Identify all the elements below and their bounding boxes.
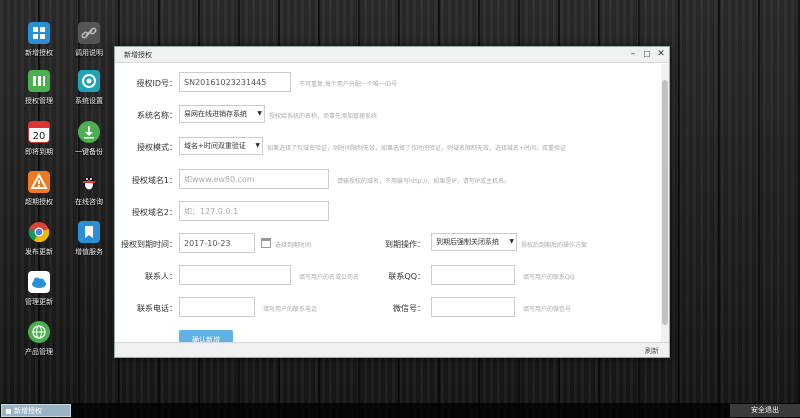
contact-input[interactable]: [179, 265, 291, 285]
taskbar-item-label: 新增授权: [14, 407, 42, 415]
desktop-icon-value-added[interactable]: 增值服务: [64, 221, 114, 269]
domain2-label: 授权域名2：: [131, 208, 177, 217]
desktop-icon-api-docs[interactable]: 调用说明: [64, 22, 114, 70]
expire-time-label: 授权到期时间：: [121, 240, 177, 249]
desktop-icon-label: 发布更新: [25, 248, 53, 256]
desktop-icon-online-consult[interactable]: 在线咨询: [64, 171, 114, 219]
qq-hint: 填写用户的联系QQ: [523, 274, 575, 281]
link-icon: [78, 22, 100, 44]
download-icon: [78, 121, 100, 143]
add-auth-window: 新增授权 – ☐ ✕ 授权ID号： 不可重复,每个用户分配一个唯一ID号 系统名…: [114, 46, 670, 358]
desktop-icon-add-auth[interactable]: 新增授权: [14, 22, 64, 70]
desktop-icon-system-settings[interactable]: 系统设置: [64, 70, 114, 118]
caret-down-icon: ▼: [257, 110, 262, 117]
calendar-icon[interactable]: [261, 238, 271, 248]
confirm-add-button[interactable]: 确认新增: [179, 330, 233, 342]
expire-time-input[interactable]: [179, 233, 255, 253]
windows-icon: [28, 22, 50, 44]
mode-label: 授权模式：: [137, 143, 177, 152]
domain1-label: 授权域名1：: [131, 176, 177, 185]
domain1-input[interactable]: [179, 169, 329, 189]
taskbar: 新增授权 安全退出: [0, 403, 800, 418]
expire-action-select-value: 到期后强制关闭系统: [436, 238, 499, 246]
vertical-scrollbar[interactable]: [661, 64, 669, 342]
auth-id-label: 授权ID号：: [136, 79, 177, 88]
desktop-icon-label: 授权管理: [25, 97, 53, 105]
desktop-icon-label: 超期授权: [25, 198, 53, 206]
desktop-icon-publish-update[interactable]: 发布更新: [14, 221, 64, 269]
taskbar-item-add-auth[interactable]: 新增授权: [1, 404, 71, 417]
phone-hint: 填写用户的联系电话: [263, 306, 318, 313]
wechat-label: 微信号：: [393, 304, 425, 313]
mode-select-value: 域名+时间双重验证: [184, 142, 246, 150]
window-square-icon: [6, 408, 11, 414]
wechat-input[interactable]: [431, 297, 515, 317]
system-select-value: 易网在线进销存系统: [184, 110, 247, 118]
auth-id-hint: 不可重复,每个用户分配一个唯一ID号: [299, 81, 398, 88]
window-statusbar: 刷新: [115, 342, 669, 357]
close-icon[interactable]: ✕: [655, 48, 667, 61]
desktop-icon-overdue[interactable]: 超期授权: [14, 171, 64, 219]
desktop-icon-product-manage[interactable]: 产品管理: [14, 321, 64, 369]
mode-select[interactable]: 域名+时间双重验证 ▼: [179, 137, 263, 155]
qq-input[interactable]: [431, 265, 515, 285]
expire-action-select[interactable]: 到期后强制关闭系统 ▼: [431, 233, 517, 251]
grid-icon: [28, 70, 50, 92]
window-title: 新增授权: [124, 51, 152, 59]
domain1-hint: 请输授权的域名，不用输写http://，如果是IP，请写IP或主机名。: [337, 178, 511, 185]
desktop-icon-label: 增值服务: [75, 248, 103, 256]
desktop-icon-label: 新增授权: [25, 49, 53, 57]
desktop-icon-expiring[interactable]: 20 即将到期: [14, 121, 64, 169]
desktop-icon-label: 管理更新: [25, 298, 53, 306]
maximize-icon[interactable]: ☐: [641, 48, 653, 61]
system-select[interactable]: 易网在线进销存系统 ▼: [179, 105, 265, 123]
desktop-icon-manage-update[interactable]: 管理更新: [14, 271, 64, 319]
contact-hint: 填写用户的名或公司名: [299, 274, 360, 281]
mode-hint: 如果选择了仅域名验证，则时间限制无效，如果选择了仅时间验证，则域名限制无效，选择…: [267, 145, 567, 152]
expire-time-hint: 选择到期时间: [275, 242, 312, 249]
scrollbar-thumb[interactable]: [662, 80, 668, 325]
cloud-icon: [28, 271, 50, 293]
gear-icon: [78, 70, 100, 92]
globe-icon: [28, 321, 50, 343]
phone-input[interactable]: [179, 297, 255, 317]
caret-down-icon: ▼: [255, 142, 260, 149]
desktop-icon-label: 一键备份: [75, 148, 103, 156]
desktop-icon-label: 系统设置: [75, 97, 103, 105]
qq-penguin-icon: [78, 171, 100, 193]
chrome-icon: [28, 221, 50, 243]
window-titlebar[interactable]: 新增授权 – ☐ ✕: [115, 47, 669, 63]
system-label: 系统名称：: [137, 111, 177, 120]
refresh-link[interactable]: 刷新: [645, 346, 659, 356]
system-hint: 授权给系统的名称，须事先添加管理系统: [269, 113, 378, 120]
desktop-icon-backup[interactable]: 一键备份: [64, 121, 114, 169]
desktop-icon-label: 产品管理: [25, 348, 53, 356]
wechat-hint: 填写用户的微信号: [523, 306, 572, 313]
logout-button[interactable]: 安全退出: [730, 404, 800, 417]
desktop-icon-label: 调用说明: [75, 49, 103, 57]
qq-label: 联系QQ：: [388, 272, 425, 281]
caret-down-icon: ▼: [509, 238, 514, 245]
domain2-input[interactable]: [179, 201, 329, 221]
calendar-icon: 20: [28, 121, 50, 143]
expire-action-hint: 授权后到期后的操作方案: [521, 242, 588, 249]
svg-text:20: 20: [33, 131, 46, 142]
desktop-icon-auth-manage[interactable]: 授权管理: [14, 70, 64, 118]
contact-label: 联系人：: [145, 272, 177, 281]
bookmark-icon: [78, 221, 100, 243]
desktop-icon-label: 在线咨询: [75, 198, 103, 206]
desktop-icon-label: 即将到期: [25, 148, 53, 156]
window-body: 授权ID号： 不可重复,每个用户分配一个唯一ID号 系统名称： 易网在线进销存系…: [115, 64, 661, 342]
phone-label: 联系电话：: [137, 304, 177, 313]
minimize-icon[interactable]: –: [627, 48, 639, 61]
expire-action-label: 到期操作：: [385, 240, 425, 249]
home-warning-icon: [28, 171, 50, 193]
auth-id-input[interactable]: [179, 72, 291, 92]
